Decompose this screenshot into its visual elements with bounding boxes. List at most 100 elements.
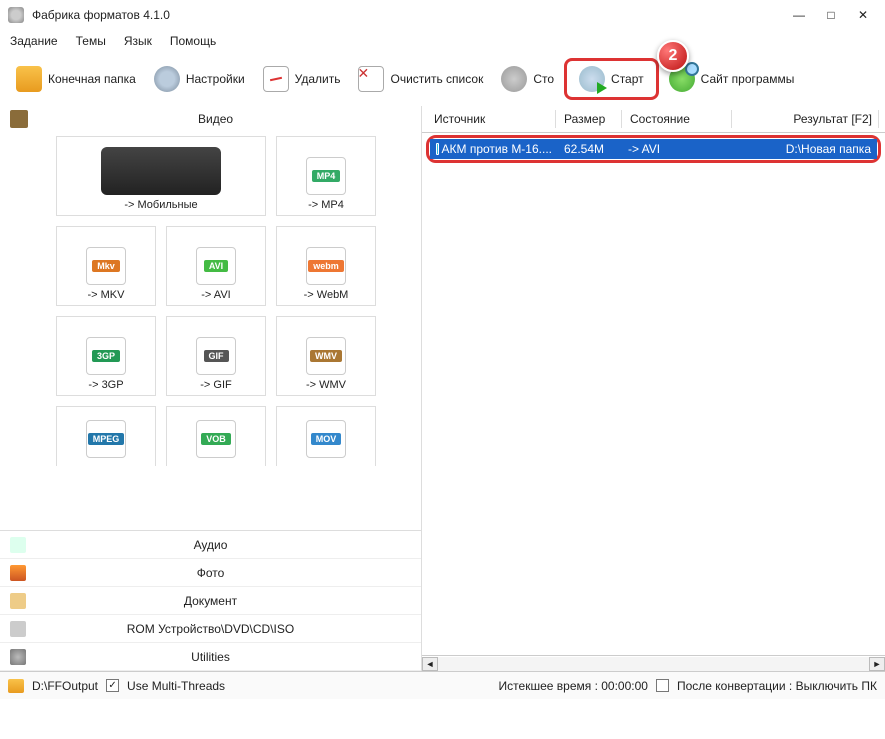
col-size[interactable]: Размер (558, 110, 622, 128)
format-tile-mp4[interactable]: MP4 -> MP4 (276, 136, 376, 216)
titlebar: Фабрика форматов 4.1.0 — □ ✕ (0, 0, 885, 30)
scroll-track[interactable] (438, 657, 869, 671)
format-label: -> MP4 (308, 199, 344, 211)
menubar: Задание Темы Язык Помощь (0, 30, 885, 52)
category-label: Utilities (10, 650, 411, 664)
wmv-icon: WMV (306, 337, 346, 375)
table-header: Источник Размер Состояние Результат [F2] (422, 106, 885, 133)
output-folder-button[interactable]: Конечная папка (8, 62, 144, 96)
mobile-devices-icon (101, 147, 221, 195)
mpeg-icon: MPEG (86, 420, 126, 458)
statusbar: D:\FFOutput ✓ Use Multi-Threads Истекшее… (0, 671, 885, 699)
delete-icon (263, 66, 289, 92)
col-state[interactable]: Состояние (624, 110, 732, 128)
col-result[interactable]: Результат [F2] (734, 110, 879, 128)
category-label: Фото (10, 566, 411, 580)
settings-label: Настройки (186, 72, 245, 86)
close-button[interactable]: ✕ (849, 5, 877, 25)
video-header-label: Видео (198, 112, 233, 126)
cell-result: D:\Новая папка (730, 140, 877, 158)
gif-icon: GIF (196, 337, 236, 375)
app-icon (8, 7, 24, 23)
mov-icon: MOV (306, 420, 346, 458)
category-label: Аудио (10, 538, 411, 552)
format-tile-avi[interactable]: AVI -> AVI (166, 226, 266, 306)
video-reel-icon (10, 110, 28, 128)
video-category-header[interactable]: Видео (0, 106, 421, 132)
output-path[interactable]: D:\FFOutput (32, 679, 98, 693)
col-source[interactable]: Источник (428, 110, 556, 128)
start-button[interactable]: Старт (571, 62, 652, 96)
delete-label: Удалить (295, 72, 341, 86)
format-label: -> MKV (88, 289, 125, 301)
category-label: ROM Устройство\DVD\CD\ISO (10, 622, 411, 636)
format-label: -> WebM (304, 289, 349, 301)
multithreads-checkbox[interactable]: ✓ (106, 679, 119, 692)
start-button-highlight: Старт (564, 58, 659, 100)
format-label: -> WMV (306, 379, 346, 391)
webm-icon: webm (306, 247, 346, 285)
format-tile-mpeg[interactable]: MPEG (56, 406, 156, 466)
elapsed-time: Истекшее время : 00:00:00 (499, 679, 648, 693)
right-panel: Источник Размер Состояние Результат [F2]… (422, 106, 885, 671)
play-icon (579, 66, 605, 92)
vob-icon: VOB (196, 420, 236, 458)
category-list: Аудио Фото Документ ROM Устройство\DVD\C… (0, 530, 421, 671)
format-tile-mobile[interactable]: -> Мобильные (56, 136, 266, 216)
3gp-icon: 3GP (86, 337, 126, 375)
menu-task[interactable]: Задание (10, 34, 58, 48)
clear-list-button[interactable]: Очистить список (350, 62, 491, 96)
settings-button[interactable]: Настройки (146, 62, 253, 96)
format-label: -> 3GP (88, 379, 123, 391)
cell-state: -> AVI (622, 140, 730, 158)
scroll-left-button[interactable]: ◄ (422, 657, 438, 671)
menu-help[interactable]: Помощь (170, 34, 216, 48)
category-rom[interactable]: ROM Устройство\DVD\CD\ISO (0, 615, 421, 643)
cell-size: 62.54M (558, 140, 622, 158)
table-row[interactable]: АКМ против M-16.... 62.54M -> AVI D:\Нов… (430, 139, 877, 159)
left-panel: Видео -> Мобильные MP4 -> MP4 Mkv -> MKV (0, 106, 422, 671)
format-grid: -> Мобильные MP4 -> MP4 Mkv -> MKV AVI -… (0, 132, 421, 530)
menu-themes[interactable]: Темы (76, 34, 106, 48)
callout-2: 2 (657, 40, 689, 72)
format-tile-webm[interactable]: webm -> WebM (276, 226, 376, 306)
minimize-button[interactable]: — (785, 5, 813, 25)
cell-source: АКМ против M-16.... (430, 140, 558, 158)
clear-icon (358, 66, 384, 92)
menu-language[interactable]: Язык (124, 34, 152, 48)
after-convert-checkbox[interactable] (656, 679, 669, 692)
gear-icon (154, 66, 180, 92)
stop-label: Сто (533, 72, 554, 86)
website-label: Сайт программы (701, 72, 795, 86)
format-tile-3gp[interactable]: 3GP -> 3GP (56, 316, 156, 396)
task-row-highlight: АКМ против M-16.... 62.54M -> AVI D:\Нов… (426, 135, 881, 163)
window-title: Фабрика форматов 4.1.0 (32, 8, 781, 22)
category-document[interactable]: Документ (0, 587, 421, 615)
format-label: -> GIF (200, 379, 231, 391)
format-tile-gif[interactable]: GIF -> GIF (166, 316, 266, 396)
format-tile-vob[interactable]: VOB (166, 406, 266, 466)
output-folder-label: Конечная папка (48, 72, 136, 86)
format-tile-mov[interactable]: MOV (276, 406, 376, 466)
horizontal-scrollbar[interactable]: ◄ ► (422, 655, 885, 671)
avi-icon: AVI (196, 247, 236, 285)
format-label: -> AVI (201, 289, 230, 301)
multithreads-label: Use Multi-Threads (127, 679, 225, 693)
category-photo[interactable]: Фото (0, 559, 421, 587)
folder-icon[interactable] (8, 679, 24, 693)
scroll-right-button[interactable]: ► (869, 657, 885, 671)
main-content: Видео -> Мобильные MP4 -> MP4 Mkv -> MKV (0, 106, 885, 671)
folder-icon (16, 66, 42, 92)
toolbar: Конечная папка Настройки Удалить Очистит… (0, 52, 885, 106)
category-label: Документ (10, 594, 411, 608)
format-tile-wmv[interactable]: WMV -> WMV (276, 316, 376, 396)
clear-list-label: Очистить список (390, 72, 483, 86)
delete-button[interactable]: Удалить (255, 62, 349, 96)
start-label: Старт (611, 72, 644, 86)
video-file-icon (436, 143, 439, 155)
format-tile-mkv[interactable]: Mkv -> MKV (56, 226, 156, 306)
category-utilities[interactable]: Utilities (0, 643, 421, 671)
stop-button[interactable]: Сто (493, 62, 562, 96)
maximize-button[interactable]: □ (817, 5, 845, 25)
category-audio[interactable]: Аудио (0, 531, 421, 559)
